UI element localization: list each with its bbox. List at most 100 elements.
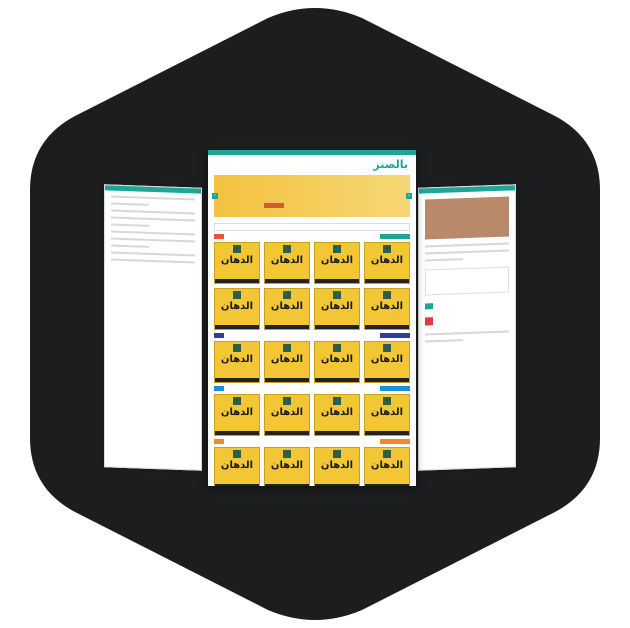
card-brand: الدهان xyxy=(270,301,304,312)
card-footer xyxy=(265,484,309,486)
card-footer xyxy=(365,279,409,283)
text-line xyxy=(111,230,195,236)
card-footer xyxy=(215,431,259,435)
avatar xyxy=(425,317,433,326)
badge-icon xyxy=(333,291,341,299)
product-card: الدهان xyxy=(314,394,360,436)
section-label xyxy=(380,439,410,444)
card-brand: الدهان xyxy=(320,301,354,312)
badge-icon xyxy=(333,245,341,253)
card-brand: الدهان xyxy=(320,460,354,471)
card-footer xyxy=(365,431,409,435)
section-label xyxy=(380,386,410,391)
product-card: الدهان xyxy=(364,394,410,436)
card-brand: الدهان xyxy=(270,460,304,471)
left-page-topbar xyxy=(105,185,201,194)
badge-icon xyxy=(383,450,391,458)
card-brand: الدهان xyxy=(370,301,404,312)
product-card: الدهان xyxy=(264,341,310,383)
badge-icon xyxy=(383,397,391,405)
site-logo: بالصنز xyxy=(373,157,408,171)
section-marker xyxy=(214,333,224,338)
card-footer xyxy=(315,325,359,329)
badge-icon xyxy=(233,291,241,299)
card-footer xyxy=(215,484,259,486)
text-line xyxy=(111,195,195,201)
card-footer xyxy=(215,279,259,283)
chevron-left-icon: ‹ xyxy=(212,193,218,199)
product-card: الدهان xyxy=(364,288,410,330)
text-line xyxy=(111,258,195,264)
card-brand: الدهان xyxy=(370,255,404,266)
product-card: الدهان xyxy=(264,394,310,436)
card-footer xyxy=(315,378,359,382)
badge-icon xyxy=(283,344,291,352)
card-footer xyxy=(215,378,259,382)
section-marker xyxy=(214,234,224,239)
card-brand: الدهان xyxy=(220,460,254,471)
text-line xyxy=(425,339,464,343)
text-line xyxy=(111,223,150,227)
section-header xyxy=(214,333,410,338)
search-input xyxy=(214,223,410,231)
text-line xyxy=(425,242,509,248)
product-card: الدهان xyxy=(264,288,310,330)
article-image xyxy=(425,196,509,240)
product-card: الدهان xyxy=(264,242,310,284)
section-header xyxy=(214,386,410,391)
product-card: الدهان xyxy=(364,447,410,486)
product-card: الدهان xyxy=(214,242,260,284)
badge-icon xyxy=(383,291,391,299)
text-line xyxy=(111,251,195,257)
badge-icon xyxy=(333,450,341,458)
mockup-stage: بالصنز ‹ › الدهان الدهان الدهان الدهان ا… xyxy=(0,0,630,628)
section-header xyxy=(214,439,410,444)
badge-icon xyxy=(383,245,391,253)
badge-icon xyxy=(233,344,241,352)
card-footer xyxy=(265,279,309,283)
text-line xyxy=(425,249,509,255)
badge-icon xyxy=(283,450,291,458)
badge-icon xyxy=(283,397,291,405)
badge-icon xyxy=(383,344,391,352)
section-marker xyxy=(214,386,224,391)
section-marker xyxy=(214,439,224,444)
card-grid-4: الدهان الدهان الدهان الدهان xyxy=(214,447,410,486)
banner-button xyxy=(264,203,284,208)
submit-button xyxy=(425,303,433,310)
card-footer xyxy=(315,484,359,486)
card-brand: الدهان xyxy=(320,255,354,266)
card-footer xyxy=(315,279,359,283)
badge-icon xyxy=(333,397,341,405)
product-card: الدهان xyxy=(264,447,310,486)
text-line xyxy=(111,244,150,248)
badge-icon xyxy=(233,450,241,458)
card-footer xyxy=(265,378,309,382)
card-brand: الدهان xyxy=(220,354,254,365)
product-card: الدهان xyxy=(364,341,410,383)
card-brand: الدهان xyxy=(270,354,304,365)
comment-box xyxy=(425,266,509,296)
product-card: الدهان xyxy=(314,242,360,284)
right-page-topbar xyxy=(419,185,515,194)
badge-icon xyxy=(233,245,241,253)
card-grid-1: الدهان الدهان الدهان الدهان الدهان الدها… xyxy=(214,242,410,330)
product-card: الدهان xyxy=(314,447,360,486)
section-header xyxy=(214,234,410,239)
text-line xyxy=(111,237,195,243)
text-line xyxy=(111,202,150,206)
product-card: الدهان xyxy=(214,394,260,436)
main-page-mockup: بالصنز ‹ › الدهان الدهان الدهان الدهان ا… xyxy=(208,150,416,486)
hero-banner: ‹ › xyxy=(212,175,412,217)
section-label xyxy=(380,234,410,239)
card-footer xyxy=(365,378,409,382)
product-card: الدهان xyxy=(314,288,360,330)
section-label xyxy=(380,333,410,338)
product-card: الدهان xyxy=(214,341,260,383)
card-brand: الدهان xyxy=(270,255,304,266)
text-line xyxy=(425,330,509,336)
card-brand: الدهان xyxy=(320,407,354,418)
text-line xyxy=(111,216,195,222)
product-card: الدهان xyxy=(314,341,360,383)
card-footer xyxy=(315,431,359,435)
